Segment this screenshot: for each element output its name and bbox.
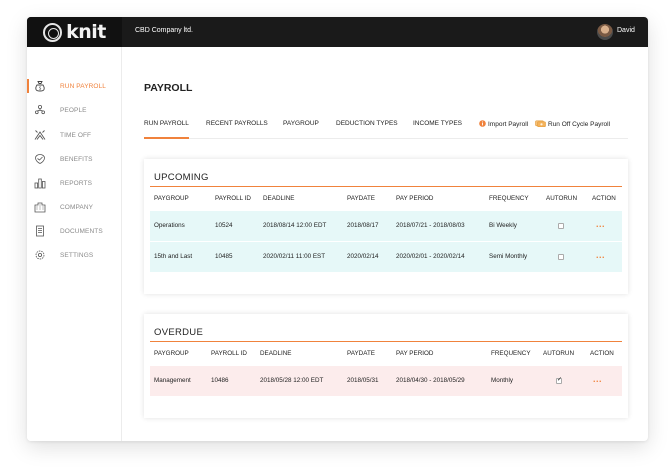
sidebar-item-label: TIME OFF <box>60 131 92 139</box>
pay-period-cell: 2018/07/21 - 2018/08/03 <box>396 222 465 229</box>
sidebar-item-label: RUN PAYROLL <box>60 82 107 90</box>
import-payroll-label: Import Payroll <box>488 121 529 128</box>
paygroup-cell: 15th and Last <box>154 253 193 260</box>
settings-icon <box>35 250 45 260</box>
sidebar-item-time-off[interactable]: TIME OFF <box>27 128 122 142</box>
sidebar-item-company[interactable]: COMPANY <box>27 200 122 214</box>
app-window: knit CBD Company ltd. David $ RUN PAYROL… <box>27 17 648 441</box>
table-row[interactable]: Operations 10524 2018/08/14 12:00 EDT 20… <box>150 211 622 241</box>
sidebar-item-label: SETTINGS <box>60 251 94 259</box>
tab-paygroup[interactable]: PAYGROUP <box>283 120 319 139</box>
column-header: PAYROLL ID <box>211 350 247 357</box>
top-bar: knit CBD Company ltd. David <box>27 17 648 47</box>
paydate-cell: 2018/05/31 <box>347 377 379 384</box>
paygroup-cell: Management <box>154 377 191 384</box>
avatar[interactable] <box>597 24 613 40</box>
sidebar-item-reports[interactable]: REPORTS <box>27 176 122 190</box>
frequency-cell: Monthly <box>491 377 514 384</box>
sidebar-item-label: COMPANY <box>60 203 94 211</box>
column-header: PAYGROUP <box>154 195 189 202</box>
deadline-cell: 2020/02/11 11:00 EST <box>263 253 326 260</box>
sidebar-item-label: BENEFITS <box>60 155 93 163</box>
people-icon <box>34 104 45 115</box>
time-off-icon <box>34 130 46 140</box>
sidebar-item-people[interactable]: PEOPLE <box>27 103 122 117</box>
sidebar-item-label: PEOPLE <box>60 106 87 114</box>
run-off-cycle-payroll-label: Run Off Cycle Payroll <box>548 121 611 128</box>
svg-text:$: $ <box>39 86 42 92</box>
payroll-id-cell: 10486 <box>211 377 229 384</box>
column-header: PAYGROUP <box>154 350 189 357</box>
column-header: ACTION <box>590 350 614 357</box>
column-header: AUTORUN <box>543 350 575 357</box>
column-header: DEADLINE <box>263 195 295 202</box>
column-header: DEADLINE <box>260 350 292 357</box>
column-header: FREQUENCY <box>491 350 531 357</box>
sidebar-item-label: DOCUMENTS <box>60 227 103 235</box>
deadline-cell: 2018/05/28 12:00 EDT <box>260 377 324 384</box>
knit-logo-icon <box>43 22 63 42</box>
user-name[interactable]: David <box>617 27 635 34</box>
payroll-id-cell: 10524 <box>215 222 233 229</box>
deadline-cell: 2018/08/14 12:00 EDT <box>263 222 327 229</box>
pay-period-cell: 2020/02/01 - 2020/02/14 <box>396 253 465 260</box>
card-divider <box>150 186 622 187</box>
card-title: UPCOMING <box>154 172 209 183</box>
tab-recent-payrolls[interactable]: RECENT PAYROLLS <box>206 120 268 139</box>
tab-income-types[interactable]: INCOME TYPES <box>413 120 462 139</box>
column-header: PAYDATE <box>347 350 375 357</box>
autorun-checkbox[interactable] <box>556 376 562 384</box>
paygroup-cell: Operations <box>154 222 185 229</box>
run-off-cycle-payroll-link[interactable]: Run Off Cycle Payroll <box>535 120 610 139</box>
sidebar-item-run-payroll[interactable]: $ RUN PAYROLL <box>27 79 122 93</box>
autorun-checkbox[interactable] <box>558 223 564 229</box>
main-content: PAYROLL RUN PAYROLL RECENT PAYROLLS PAYG… <box>123 47 648 441</box>
table-row[interactable]: 15th and Last 10485 2020/02/11 11:00 EST… <box>150 242 622 272</box>
sidebar-item-documents[interactable]: DOCUMENTS <box>27 224 122 238</box>
cash-icon <box>535 120 546 127</box>
reports-icon <box>34 178 46 189</box>
upcoming-card: UPCOMING PAYGROUP PAYROLL ID DEADLINE PA… <box>144 159 628 294</box>
column-header: ACTION <box>592 195 616 202</box>
column-header: FREQUENCY <box>489 195 529 202</box>
sidebar-item-settings[interactable]: SETTINGS <box>27 248 122 262</box>
benefits-icon <box>35 154 45 164</box>
company-name: CBD Company ltd. <box>135 27 193 34</box>
row-action-menu[interactable]: ... <box>593 374 602 384</box>
frequency-cell: Bi Weekly <box>489 222 517 229</box>
card-title: OVERDUE <box>154 327 204 338</box>
paydate-cell: 2018/08/17 <box>347 222 379 229</box>
tab-deduction-types[interactable]: DEDUCTION TYPES <box>336 120 398 139</box>
tab-bar: RUN PAYROLL RECENT PAYROLLS PAYGROUP DED… <box>144 120 628 139</box>
column-header: PAY PERIOD <box>396 350 434 357</box>
paydate-cell: 2020/02/14 <box>347 253 379 260</box>
row-action-menu[interactable]: ... <box>596 250 605 260</box>
table-row[interactable]: Management 10486 2018/05/28 12:00 EDT 20… <box>150 366 622 396</box>
logo[interactable]: knit <box>27 17 122 47</box>
tab-run-payroll[interactable]: RUN PAYROLL <box>144 120 189 139</box>
column-header: PAYROLL ID <box>215 195 251 202</box>
overdue-card: OVERDUE PAYGROUP PAYROLL ID DEADLINE PAY… <box>144 314 628 418</box>
sidebar-item-label: REPORTS <box>60 179 93 187</box>
company-icon <box>34 202 46 213</box>
payroll-id-cell: 10485 <box>215 253 233 260</box>
logo-text: knit <box>66 21 106 43</box>
info-circle-icon <box>479 120 486 127</box>
documents-icon <box>36 225 44 237</box>
page-title: PAYROLL <box>144 82 193 94</box>
column-header: PAY PERIOD <box>396 195 434 202</box>
column-header: AUTORUN <box>546 195 578 202</box>
sidebar: $ RUN PAYROLL PEOPLE TIME OFF BENEFITS R… <box>27 47 122 441</box>
money-bag-icon: $ <box>35 81 45 92</box>
sidebar-item-benefits[interactable]: BENEFITS <box>27 152 122 166</box>
frequency-cell: Semi Monthly <box>489 253 528 260</box>
column-header: PAYDATE <box>347 195 375 202</box>
row-action-menu[interactable]: ... <box>596 219 605 229</box>
import-payroll-link[interactable]: Import Payroll <box>479 120 528 139</box>
pay-period-cell: 2018/04/30 - 2018/05/29 <box>396 377 465 384</box>
card-divider <box>150 341 622 342</box>
autorun-checkbox[interactable] <box>558 254 564 260</box>
